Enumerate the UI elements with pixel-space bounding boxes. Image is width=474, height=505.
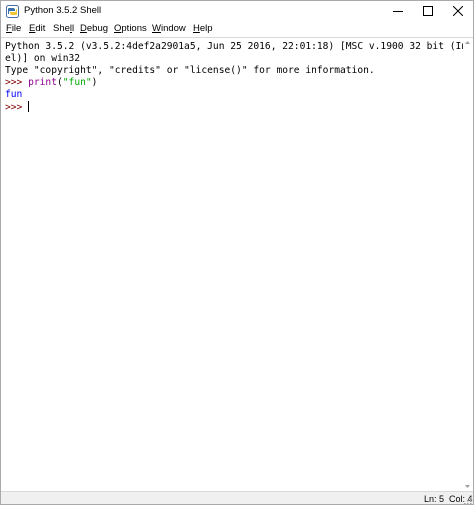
menu-file-label: ile: [11, 23, 22, 34]
resize-grip-icon[interactable]: [464, 497, 472, 505]
command-string: "fun": [62, 77, 92, 88]
vertical-scrollbar[interactable]: [463, 38, 472, 491]
minimize-icon: [393, 11, 403, 12]
command-output: fun: [5, 89, 23, 100]
command-keyword: print: [28, 77, 57, 88]
menu-bar: File Edit Shell Debug Options Window Hel…: [1, 22, 473, 37]
close-button[interactable]: [443, 1, 473, 22]
title-bar[interactable]: Python 3.5.2 Shell: [1, 1, 473, 22]
python-icon: [6, 5, 19, 18]
banner-line-1: Python 3.5.2 (v3.5.2:4def2a2901a5, Jun 2…: [5, 41, 473, 52]
shell-text-area[interactable]: Python 3.5.2 (v3.5.2:4def2a2901a5, Jun 2…: [1, 37, 473, 492]
menu-options-label: ptions: [121, 23, 147, 34]
minimize-button[interactable]: [383, 1, 413, 22]
status-bar: Ln: 5 Col: 4: [1, 491, 473, 505]
status-line-number: Ln: 5: [424, 494, 445, 504]
maximize-icon: [423, 6, 433, 16]
menu-debug-label: ebug: [86, 23, 109, 34]
menu-help-mnemonic: H: [193, 23, 200, 34]
scrollbar-track: [465, 41, 470, 488]
menu-window-label: indow: [160, 23, 186, 34]
scroll-down-arrow-icon: [465, 485, 470, 488]
menu-file[interactable]: File: [6, 23, 21, 34]
menu-debug[interactable]: Debug: [80, 23, 108, 34]
idle-shell-window: Python 3.5.2 Shell File Edit Shell Debug…: [0, 0, 474, 505]
command-line: >>> print("fun"): [5, 77, 97, 89]
command-paren-close: ): [91, 77, 98, 88]
menu-debug-mnemonic: D: [80, 23, 87, 34]
menu-edit-label: dit: [35, 23, 46, 34]
menu-shell-label-end: l: [72, 23, 75, 34]
menu-window-mnemonic: W: [152, 23, 161, 34]
banner-line-2: el)] on win32: [5, 53, 81, 64]
text-cursor: [28, 101, 30, 112]
scroll-up-arrow-icon: [465, 41, 470, 44]
window-title: Python 3.5.2 Shell: [24, 5, 102, 16]
menu-shell-label-start: She: [53, 23, 70, 34]
menu-window[interactable]: Window: [152, 23, 186, 34]
menu-help-label: elp: [199, 23, 213, 34]
menu-help[interactable]: Help: [193, 23, 213, 34]
active-prompt: >>>: [5, 102, 29, 113]
menu-options[interactable]: Options: [114, 23, 147, 34]
menu-shell[interactable]: Shell: [53, 23, 74, 34]
banner-line-3: Type "copyright", "credits" or "license(…: [5, 65, 375, 76]
active-prompt-line[interactable]: >>>: [5, 101, 30, 113]
close-icon: [453, 6, 463, 16]
prompt: >>>: [5, 77, 29, 88]
menu-edit[interactable]: Edit: [29, 23, 45, 34]
maximize-button[interactable]: [413, 1, 443, 22]
